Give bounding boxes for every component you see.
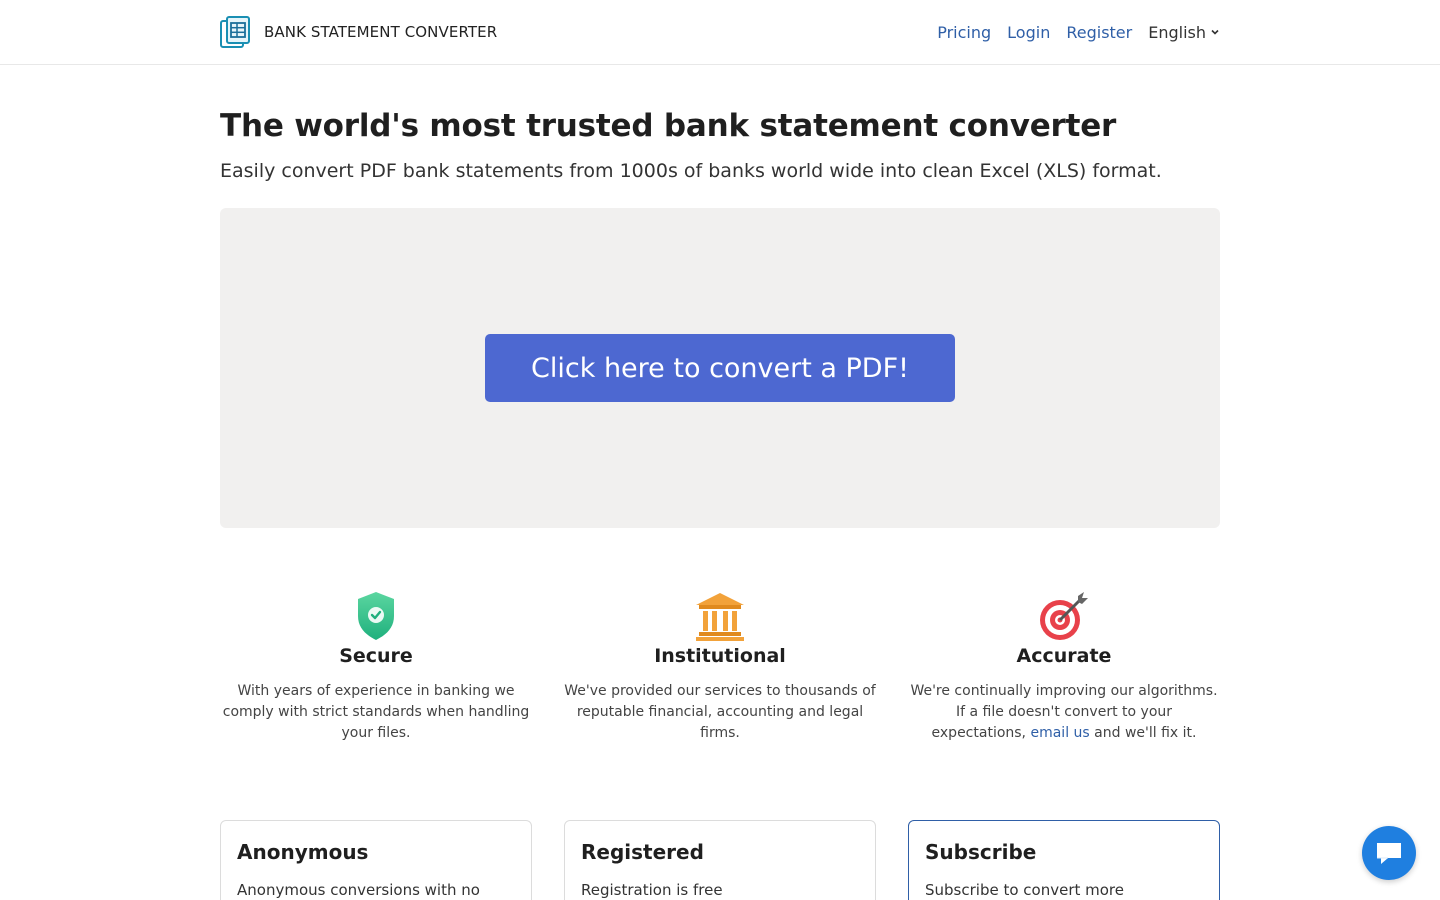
feature-text: We're continually improving our algorith… [908,681,1220,744]
nav-register-link[interactable]: Register [1066,23,1132,42]
plan-text: Anonymous conversions with no [237,881,480,899]
site-header: BANK STATEMENT CONVERTER Pricing Login R… [0,0,1440,65]
hero: The world's most trusted bank statement … [220,106,1220,184]
plan-title: Subscribe [925,840,1037,864]
feature-title: Institutional [654,645,786,667]
upload-dropzone[interactable]: Click here to convert a PDF! [220,208,1220,528]
page-subtitle: Easily convert PDF bank statements from … [220,160,1162,182]
plans: Anonymous Anonymous conversions with no … [220,820,1220,900]
shield-check-icon [358,592,394,640]
language-selector[interactable]: English [1148,23,1220,42]
chat-bubble-icon [1377,843,1401,864]
feature-secure: Secure With years of experience in banki… [220,590,532,744]
email-us-link[interactable]: email us [1030,725,1089,741]
plan-title: Registered [581,840,704,864]
nav-login-link[interactable]: Login [1007,23,1050,42]
language-label: English [1148,22,1206,42]
feature-accurate: Accurate We're continually improving our… [908,590,1220,744]
target-dart-icon [1040,592,1088,640]
plan-title: Anonymous [237,840,369,864]
feature-text: We've provided our services to thousands… [564,683,876,741]
feature-title: Accurate [1016,645,1112,667]
plan-text: Registration is free [581,881,723,899]
plan-subscribe[interactable]: Subscribe Subscribe to convert more [908,820,1220,900]
plan-text: Subscribe to convert more [925,881,1124,899]
plan-registered[interactable]: Registered Registration is free [564,820,876,900]
header-inner: BANK STATEMENT CONVERTER Pricing Login R… [220,0,1220,64]
feature-title: Secure [339,645,413,667]
page-title: The world's most trusted bank statement … [220,108,1117,144]
convert-pdf-button[interactable]: Click here to convert a PDF! [485,334,955,402]
nav-pricing-link[interactable]: Pricing [937,23,991,42]
bank-building-icon [696,593,744,641]
brand-name: BANK STATEMENT CONVERTER [264,23,498,41]
chevron-down-icon [1211,29,1219,35]
spreadsheet-logo-icon [220,15,250,48]
top-nav: Pricing Login Register English [937,23,1220,42]
feature-text: With years of experience in banking we c… [222,683,530,741]
feature-text-part: and we'll fix it. [1089,725,1197,741]
feature-institutional: Institutional We've provided our service… [564,590,876,744]
brand[interactable]: BANK STATEMENT CONVERTER [220,15,498,49]
chat-widget-button[interactable] [1362,826,1416,880]
features: Secure With years of experience in banki… [220,590,1220,744]
plan-anonymous[interactable]: Anonymous Anonymous conversions with no [220,820,532,900]
